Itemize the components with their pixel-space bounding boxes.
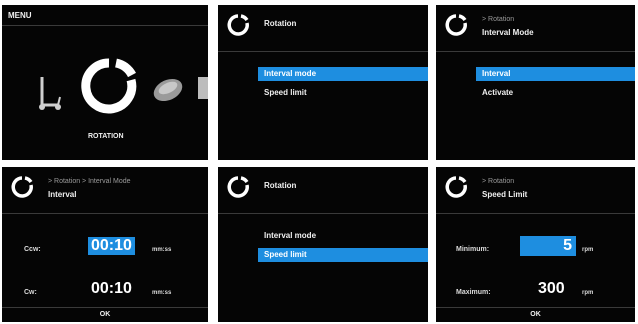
rotation-menu-screen: Rotation Interval mode Speed limit <box>218 5 428 160</box>
menu-item-activate[interactable]: Activate <box>476 86 635 100</box>
ok-button[interactable]: OK <box>2 307 208 322</box>
divider <box>218 213 428 214</box>
maximum-unit: rpm <box>582 290 594 296</box>
cw-value-field[interactable]: 00:10 <box>91 280 132 298</box>
cw-label: Cw: <box>24 289 37 296</box>
ok-button[interactable]: OK <box>436 307 635 322</box>
divider <box>436 213 635 214</box>
rotation-icon <box>445 176 467 198</box>
menu-item-speed-limit[interactable]: Speed limit <box>258 248 428 262</box>
device-icon[interactable] <box>198 77 208 99</box>
rotation-icon <box>227 176 249 198</box>
rotation-icon <box>11 176 33 198</box>
menu-item-speed-limit[interactable]: Speed limit <box>258 86 428 100</box>
shaker-icon[interactable] <box>34 75 64 115</box>
page-title: Rotation <box>264 181 297 190</box>
divider <box>436 51 635 52</box>
rotation-icon <box>227 14 249 36</box>
maximum-value-field[interactable]: 300 <box>538 280 565 298</box>
breadcrumb: > Rotation <box>482 16 515 23</box>
minimum-unit: rpm <box>582 247 594 253</box>
menu-item-interval-mode[interactable]: Interval mode <box>258 229 428 243</box>
cw-unit: mm:ss <box>152 290 172 296</box>
menu-item-interval[interactable]: Interval <box>476 67 635 81</box>
breadcrumb: > Rotation <box>482 178 515 185</box>
speed-limit-edit-screen: > Rotation Speed Limit Minimum: 5 rpm Ma… <box>436 167 635 322</box>
divider <box>2 213 208 214</box>
interval-edit-screen: > Rotation > Interval Mode Interval Ccw:… <box>2 167 208 322</box>
page-title: Interval Mode <box>482 28 534 37</box>
menu-caption: ROTATION <box>88 133 124 140</box>
tilt-icon[interactable] <box>150 75 186 105</box>
page-title: Speed Limit <box>482 190 528 199</box>
page-title: Interval <box>48 190 77 199</box>
minimum-value-field[interactable]: 5 <box>520 236 576 256</box>
menu-screen: MENU ROTATION <box>2 5 208 160</box>
minimum-label: Minimum: <box>456 246 490 253</box>
ccw-label: Ccw: <box>24 246 41 253</box>
ccw-unit: mm:ss <box>152 247 172 253</box>
page-title: Rotation <box>264 19 297 28</box>
interval-mode-menu-screen: > Rotation Interval Mode Interval Activa… <box>436 5 635 160</box>
divider <box>2 25 208 26</box>
rotation-icon <box>445 14 467 36</box>
rotation-menu-screen: Rotation Interval mode Speed limit <box>218 167 428 322</box>
divider <box>218 51 428 52</box>
rotation-icon[interactable] <box>80 57 138 115</box>
menu-item-interval-mode[interactable]: Interval mode <box>258 67 428 81</box>
menu-title: MENU <box>8 11 32 20</box>
ccw-value-field[interactable]: 00:10 <box>88 237 135 255</box>
breadcrumb: > Rotation > Interval Mode <box>48 178 131 185</box>
maximum-label: Maximum: <box>456 289 491 296</box>
